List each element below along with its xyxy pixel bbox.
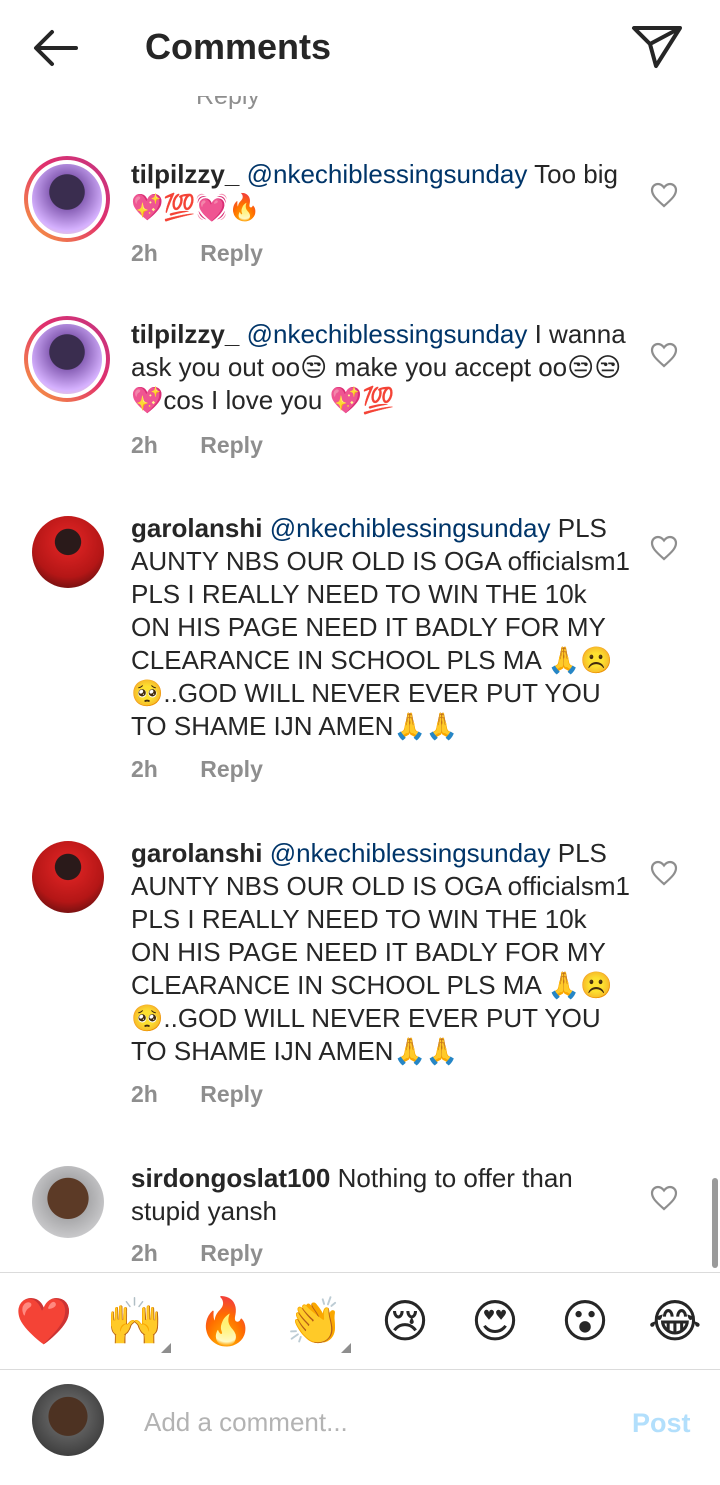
emoji-quick-bar: ❤️ 🙌 🔥 👏 😢 😍 😮 😂	[0, 1272, 720, 1370]
comment-composer: Post	[0, 1370, 720, 1485]
comment-time: 2h	[131, 1240, 158, 1266]
skin-tone-indicator-icon	[341, 1343, 351, 1353]
comment-text: garolanshi @nkechiblessingsunday PLS AUN…	[131, 837, 631, 1068]
avatar[interactable]	[24, 316, 110, 402]
clapping-hands-emoji-button[interactable]: 👏	[285, 1291, 351, 1353]
comment-meta: 2h Reply	[131, 240, 299, 267]
heart-eyes-emoji-button[interactable]: 😍	[465, 1291, 525, 1351]
comment-username[interactable]: garolanshi	[131, 513, 262, 543]
like-heart-icon[interactable]	[650, 342, 678, 368]
comment-mention[interactable]: @nkechiblessingsunday	[270, 513, 551, 543]
comment-text: tilpilzzy_ @nkechiblessingsunday I wanna…	[131, 318, 631, 417]
comment-input[interactable]	[144, 1400, 604, 1444]
comment-username[interactable]: sirdongoslat100	[131, 1163, 330, 1193]
comment-time: 2h	[131, 756, 158, 782]
back-arrow-icon[interactable]	[28, 24, 84, 72]
reply-link[interactable]: Reply	[200, 1240, 263, 1266]
comment-body: PLS AUNTY NBS OUR OLD IS OGA officialsm1…	[131, 513, 630, 741]
post-button[interactable]: Post	[632, 1408, 691, 1439]
comment-meta: 2h Reply	[131, 1240, 299, 1267]
scrollbar[interactable]	[712, 1178, 718, 1268]
reply-link[interactable]: Reply	[200, 756, 263, 782]
crying-face-emoji-button[interactable]: 😢	[375, 1291, 435, 1351]
comment-text: sirdongoslat100 Nothing to offer than st…	[131, 1162, 631, 1228]
page-title: Comments	[145, 26, 332, 67]
avatar[interactable]	[32, 841, 104, 913]
comment-text: tilpilzzy_ @nkechiblessingsunday Too big…	[131, 158, 631, 224]
comment-mention[interactable]: @nkechiblessingsunday	[247, 159, 528, 189]
comment-mention[interactable]: @nkechiblessingsunday	[270, 838, 551, 868]
avatar[interactable]	[32, 1166, 104, 1238]
like-heart-icon[interactable]	[650, 535, 678, 561]
comment-body: PLS AUNTY NBS OUR OLD IS OGA officialsm1…	[131, 838, 630, 1066]
comment-username[interactable]: tilpilzzy_	[131, 159, 239, 189]
comment-meta: 2h Reply	[131, 432, 299, 459]
comment-time: 2h	[131, 432, 158, 458]
surprised-face-emoji-button[interactable]: 😮	[555, 1291, 615, 1351]
comment-meta: 2h Reply	[131, 756, 299, 783]
cut-off-reply-link[interactable]: Reply	[196, 96, 260, 111]
reply-link[interactable]: Reply	[200, 432, 263, 458]
like-heart-icon[interactable]	[650, 182, 678, 208]
comment-username[interactable]: garolanshi	[131, 838, 262, 868]
red-heart-emoji-button[interactable]: ❤️	[14, 1291, 74, 1351]
reply-link[interactable]: Reply	[200, 240, 263, 266]
skin-tone-indicator-icon	[161, 1343, 171, 1353]
fire-emoji-button[interactable]: 🔥	[196, 1291, 256, 1351]
send-icon[interactable]	[628, 22, 686, 72]
comment-mention[interactable]: @nkechiblessingsunday	[247, 319, 528, 349]
avatar[interactable]	[24, 156, 110, 242]
reply-link[interactable]: Reply	[200, 1081, 263, 1107]
like-heart-icon[interactable]	[650, 860, 678, 886]
comment-time: 2h	[131, 1081, 158, 1107]
comment-username[interactable]: tilpilzzy_	[131, 319, 239, 349]
avatar[interactable]	[32, 516, 104, 588]
header: Comments	[0, 0, 720, 96]
comment-list[interactable]: Reply tilpilzzy_ @nkechiblessingsunday T…	[0, 96, 720, 1272]
raising-hands-emoji-button[interactable]: 🙌	[105, 1291, 171, 1353]
comment-time: 2h	[131, 240, 158, 266]
comment-text: garolanshi @nkechiblessingsunday PLS AUN…	[131, 512, 631, 743]
laughing-face-emoji-button[interactable]: 😂	[645, 1291, 705, 1351]
like-heart-icon[interactable]	[650, 1185, 678, 1211]
comment-meta: 2h Reply	[131, 1081, 299, 1108]
my-avatar	[32, 1384, 104, 1456]
